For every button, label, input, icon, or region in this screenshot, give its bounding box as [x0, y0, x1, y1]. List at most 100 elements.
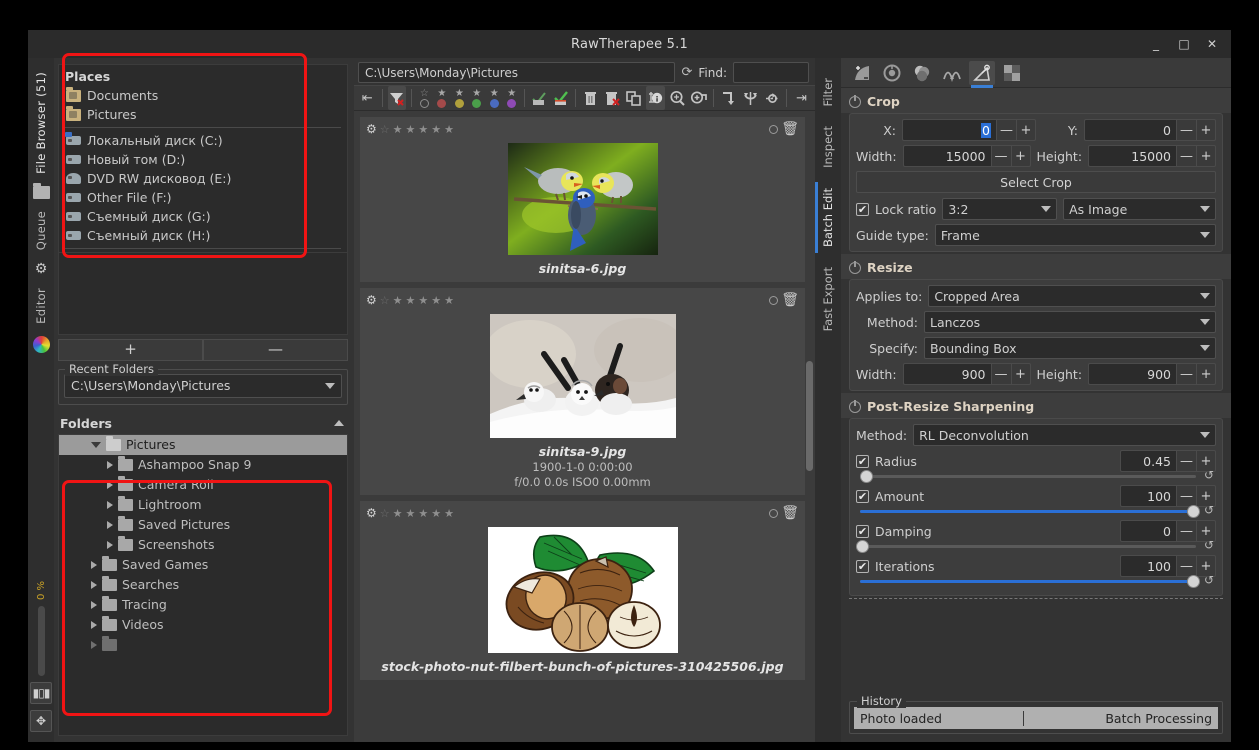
- tab-batch-edit[interactable]: Batch Edit: [819, 178, 837, 257]
- thumbnail-image-tits-snow[interactable]: [489, 314, 676, 438]
- resize-width-increment[interactable]: +: [1010, 363, 1031, 385]
- expand-right-button[interactable]: ⇥: [792, 86, 811, 110]
- resize-width-spinner[interactable]: 900 — +: [902, 363, 1031, 385]
- star-icon[interactable]: ★: [418, 123, 428, 136]
- crop-x-spinner[interactable]: 0 — +: [902, 119, 1036, 141]
- color-tab-button[interactable]: [909, 61, 935, 85]
- iterations-decrement[interactable]: —: [1176, 555, 1196, 577]
- triangle-collapsed-icon[interactable]: [107, 460, 113, 469]
- place-item-drive-g[interactable]: Съемный диск (G:): [59, 207, 347, 226]
- iterations-slider[interactable]: ↺: [860, 573, 1214, 588]
- empty-trash-button[interactable]: [603, 86, 622, 110]
- resize-height-spinner[interactable]: 900 — +: [1088, 363, 1217, 385]
- thumbnail-rating[interactable]: ⚙ ☆ ★ ★ ★ ★ ★: [366, 293, 454, 307]
- crop-section-header[interactable]: Crop: [841, 88, 1231, 113]
- tab-file-browser[interactable]: File Browser (51): [32, 66, 50, 180]
- delete-icon[interactable]: 🗑: [781, 121, 799, 137]
- star-outline-icon[interactable]: ☆: [380, 294, 390, 307]
- crop-y-value[interactable]: 0: [1084, 119, 1176, 141]
- power-toggle-icon[interactable]: [849, 260, 861, 274]
- crop-y-increment[interactable]: +: [1196, 119, 1216, 141]
- recent-folders-dropdown[interactable]: C:\Users\Monday\Pictures: [64, 373, 342, 398]
- reset-icon[interactable]: ↺: [1204, 538, 1214, 552]
- crop-width-increment[interactable]: +: [1010, 145, 1031, 167]
- processing-profile-icon[interactable]: ⚙: [366, 122, 377, 136]
- folder-tree[interactable]: Pictures Ashampoo Snap 9 Camera Roll Lig…: [58, 433, 348, 736]
- rank-4-filter[interactable]: ★: [487, 88, 501, 108]
- star-icon[interactable]: ★: [406, 507, 416, 520]
- star-icon[interactable]: ★: [406, 123, 416, 136]
- thumbnail-image-hazelnuts[interactable]: [487, 527, 678, 653]
- flip-vertical-button[interactable]: [741, 86, 760, 110]
- clear-filters-button[interactable]: [387, 86, 407, 110]
- zoom-in-button[interactable]: [690, 86, 709, 110]
- triangle-collapsed-icon[interactable]: [91, 640, 97, 649]
- tree-item-partial[interactable]: [59, 635, 347, 655]
- crop-height-spinner[interactable]: 15000 — +: [1088, 145, 1217, 167]
- star-icon[interactable]: ★: [406, 294, 416, 307]
- damping-slider[interactable]: ↺: [856, 538, 1214, 553]
- radius-slider[interactable]: ↺: [860, 468, 1214, 483]
- thumbnail-list[interactable]: ⚙ ☆ ★ ★ ★ ★ ★ 🗑 sinitsa-6.jpg ⚙ ☆ ★ ★ ★ …: [354, 111, 815, 742]
- triangle-collapsed-icon[interactable]: [107, 540, 113, 549]
- crop-width-decrement[interactable]: —: [990, 145, 1011, 167]
- damping-checkbox[interactable]: ✔: [856, 524, 869, 538]
- advanced-tab-button[interactable]: [939, 61, 965, 85]
- crop-y-decrement[interactable]: —: [1176, 119, 1196, 141]
- crop-guide-dropdown[interactable]: Frame: [934, 224, 1216, 246]
- thumbnail-rating[interactable]: ⚙ ☆ ★ ★ ★ ★ ★: [366, 122, 454, 136]
- flip-horizontal-button[interactable]: [763, 86, 782, 110]
- radius-value[interactable]: 0.45: [1120, 450, 1176, 472]
- power-toggle-icon[interactable]: [849, 399, 861, 413]
- radius-decrement[interactable]: —: [1176, 450, 1196, 472]
- triangle-collapsed-icon[interactable]: [107, 480, 113, 489]
- place-item-drive-e[interactable]: DVD RW дисковод (E:): [59, 169, 347, 188]
- color-label-icon[interactable]: [769, 508, 779, 518]
- show-edited-button[interactable]: [552, 86, 571, 110]
- processing-profile-icon[interactable]: ⚙: [366, 506, 377, 520]
- tree-item-screenshots[interactable]: Screenshots: [59, 535, 347, 555]
- crop-height-value[interactable]: 15000: [1088, 145, 1177, 167]
- thumbnail-scrollbar[interactable]: [806, 361, 813, 471]
- copy-profile-button[interactable]: [625, 86, 644, 110]
- tree-item-camera-roll[interactable]: Camera Roll: [59, 475, 347, 495]
- star-icon[interactable]: ★: [393, 294, 403, 307]
- show-trash-button[interactable]: [581, 86, 600, 110]
- tree-item-ashampoo-snap-9[interactable]: Ashampoo Snap 9: [59, 455, 347, 475]
- star-icon[interactable]: ★: [444, 294, 454, 307]
- navigator-toggle-button[interactable]: ✥: [30, 710, 52, 732]
- star-icon[interactable]: ★: [418, 294, 428, 307]
- transform-tab-button[interactable]: [969, 60, 995, 88]
- star-icon[interactable]: ★: [431, 507, 441, 520]
- crop-width-spinner[interactable]: 15000 — +: [902, 145, 1031, 167]
- triangle-collapsed-icon[interactable]: [107, 520, 113, 529]
- amount-checkbox[interactable]: ✔: [856, 489, 869, 503]
- collapse-panel-button[interactable]: ⇤: [358, 86, 377, 110]
- star-icon[interactable]: ★: [431, 123, 441, 136]
- color-label-icon[interactable]: [769, 295, 779, 305]
- exposure-tab-button[interactable]: [849, 61, 875, 85]
- resize-applies-dropdown[interactable]: Cropped Area: [928, 285, 1216, 307]
- path-input[interactable]: C:\Users\Monday\Pictures: [358, 62, 676, 83]
- zoom-fit-button[interactable]: [668, 86, 687, 110]
- triangle-collapsed-icon[interactable]: [107, 500, 113, 509]
- reset-icon[interactable]: ↺: [1204, 503, 1214, 517]
- crop-height-increment[interactable]: +: [1196, 145, 1217, 167]
- tab-editor[interactable]: Editor: [32, 282, 50, 330]
- rank-1-filter[interactable]: ★: [435, 88, 449, 108]
- thumbnail-image-birds-branch[interactable]: [507, 143, 658, 255]
- sharpening-section-header[interactable]: Post-Resize Sharpening: [841, 393, 1231, 418]
- minimize-button[interactable]: _: [1143, 33, 1169, 55]
- refresh-icon[interactable]: ⟳: [681, 65, 692, 80]
- crop-width-value[interactable]: 15000: [902, 145, 991, 167]
- place-item-drive-f[interactable]: Other File (F:): [59, 188, 347, 207]
- amount-spinner[interactable]: 100 — +: [1120, 485, 1216, 507]
- amount-value[interactable]: 100: [1120, 485, 1176, 507]
- power-toggle-icon[interactable]: [849, 94, 861, 108]
- rank-3-filter[interactable]: ★: [470, 88, 484, 108]
- resize-width-decrement[interactable]: —: [990, 363, 1011, 385]
- crop-height-decrement[interactable]: —: [1176, 145, 1197, 167]
- damping-value[interactable]: 0: [1120, 520, 1176, 542]
- history-row[interactable]: Photo loaded Batch Processing: [854, 707, 1218, 729]
- resize-method-dropdown[interactable]: Lanczos: [924, 311, 1216, 333]
